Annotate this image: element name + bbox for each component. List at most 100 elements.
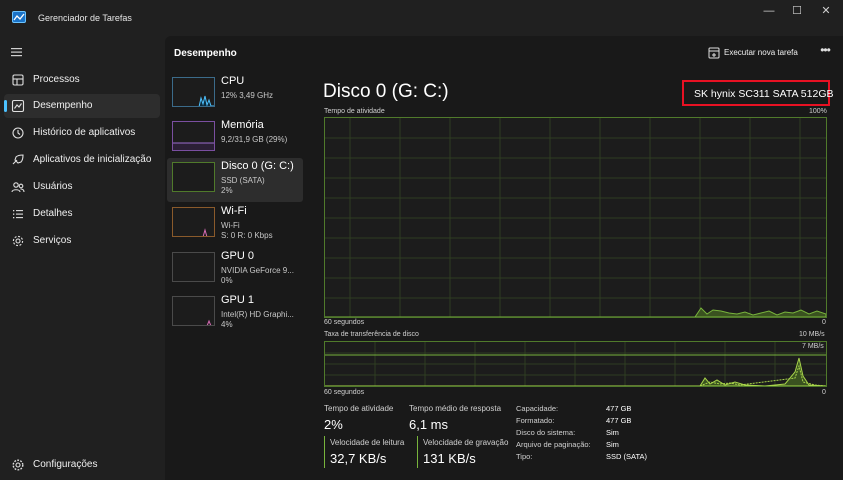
resource-detail: Wi-Fi (221, 221, 240, 230)
gpu1-thumbnail-graph (172, 296, 215, 326)
avg-response-value: 6,1 ms (409, 417, 449, 432)
resource-item-wifi[interactable]: Wi-Fi Wi-Fi S: 0 R: 0 Kbps (167, 203, 303, 247)
sidebar-item-label: Usuários (33, 181, 73, 192)
title-bar: Gerenciador de Tarefas — ☐ ✕ (0, 0, 843, 36)
hamburger-menu-icon[interactable] (10, 46, 24, 58)
resource-item-gpu-1[interactable]: GPU 1 Intel(R) HD Graphi... 4% (167, 292, 303, 336)
disk-title: Disco 0 (G: C:) (323, 81, 449, 102)
active-time-value: 2% (324, 417, 343, 432)
sidebar-item-settings[interactable]: Configurações (4, 453, 160, 477)
property-value: 477 GB (606, 416, 632, 425)
resource-detail: NVIDIA GeForce 9... (221, 266, 294, 275)
sidebar-item-performance[interactable]: Desempenho (4, 94, 160, 118)
graph1-min: 0 (822, 319, 826, 326)
resource-detail: Intel(R) HD Graphi... (221, 310, 294, 319)
resource-name: CPU (221, 75, 245, 87)
resource-detail: 9,2/31,9 GB (29%) (221, 135, 288, 144)
sidebar-item-label: Desempenho (33, 100, 93, 111)
sidebar: Processos Desempenho Histórico de aplica… (0, 36, 165, 480)
graph2-max: 10 MB/s (799, 331, 825, 338)
disk-model-highlight: SK hynix SC311 SATA 512GB (682, 80, 834, 106)
write-speed-bar (417, 436, 418, 468)
wifi-thumbnail-graph (172, 207, 215, 237)
read-speed-label: Velocidade de leitura (330, 438, 405, 447)
property-label: Disco do sistema: (516, 428, 576, 437)
active-time-graph (324, 117, 827, 318)
resource-detail: 12% 3,49 GHz (221, 91, 274, 100)
minimize-button[interactable]: — (755, 0, 783, 24)
performance-icon (11, 99, 25, 113)
write-speed-value: 131 KB/s (423, 451, 476, 466)
window-title: Gerenciador de Tarefas (38, 13, 132, 23)
sidebar-item-label: Aplicativos de inicialização (33, 154, 152, 165)
resource-detail: SSD (SATA) (221, 176, 265, 185)
property-value: SSD (SATA) (606, 452, 647, 461)
resource-name: Disco 0 (G: C:) (221, 160, 294, 172)
write-speed-label: Velocidade de gravação (423, 438, 509, 447)
resource-name: Wi-Fi (221, 205, 247, 217)
resource-detail: 0% (221, 276, 233, 285)
close-button[interactable]: ✕ (812, 0, 840, 24)
property-label: Capacidade: (516, 404, 559, 413)
task-manager-app-icon (12, 11, 26, 23)
sidebar-item-label: Histórico de aplicativos (33, 127, 136, 138)
active-time-label: Tempo de atividade (324, 404, 394, 413)
read-speed-value: 32,7 KB/s (330, 451, 387, 466)
sidebar-item-label: Configurações (33, 459, 98, 470)
sidebar-item-app-history[interactable]: Histórico de aplicativos (4, 121, 160, 145)
resource-name: GPU 0 (221, 250, 255, 262)
avg-response-label: Tempo médio de resposta (409, 404, 502, 413)
main-panel: Desempenho Executar nova tarefa ••• CPU … (165, 36, 843, 480)
sidebar-item-users[interactable]: Usuários (4, 175, 160, 199)
sidebar-item-processes[interactable]: Processos (4, 68, 160, 92)
app-history-icon (11, 126, 25, 140)
property-value: Sim (606, 428, 619, 437)
resource-item-cpu[interactable]: CPU 12% 3,49 GHz (167, 73, 303, 117)
active-indicator (4, 100, 7, 112)
cpu-thumbnail-graph (172, 77, 215, 107)
resource-name: Memória (221, 119, 264, 131)
property-value: Sim (606, 440, 619, 449)
property-label: Arquivo de paginação: (516, 440, 591, 449)
run-task-icon (708, 47, 720, 59)
more-options-button[interactable]: ••• (817, 44, 833, 60)
graph2-time-label: 60 segundos (324, 389, 365, 396)
disk-model: SK hynix SC311 SATA 512GB (694, 88, 834, 100)
maximize-button[interactable]: ☐ (783, 0, 811, 24)
services-icon (11, 234, 25, 248)
processes-icon (11, 73, 25, 87)
resource-detail: 2% (221, 186, 233, 195)
graph2-marker: 7 MB/s (802, 343, 824, 350)
resource-item-memory[interactable]: Memória 9,2/31,9 GB (29%) (167, 117, 303, 161)
property-label: Formatado: (516, 416, 555, 425)
run-new-task-label: Executar nova tarefa (724, 48, 798, 57)
graph1-time-label: 60 segundos (324, 319, 365, 326)
memory-thumbnail-graph (172, 121, 215, 151)
sidebar-item-startup-apps[interactable]: Aplicativos de inicialização (4, 148, 160, 172)
sidebar-item-label: Processos (33, 74, 80, 85)
disk-thumbnail-graph (172, 162, 215, 192)
details-icon (11, 207, 25, 221)
graph1-label: Tempo de atividade (324, 108, 385, 115)
sidebar-item-label: Serviços (33, 235, 72, 246)
property-label: Tipo: (516, 452, 533, 461)
property-value: 477 GB (606, 404, 632, 413)
graph2-min: 0 (822, 389, 826, 396)
sidebar-item-details[interactable]: Detalhes (4, 202, 160, 226)
transfer-rate-graph (324, 341, 827, 387)
resource-item-disk-0[interactable]: Disco 0 (G: C:) SSD (SATA) 2% (167, 158, 303, 202)
graph1-max: 100% (809, 108, 827, 115)
page-title: Desempenho (174, 48, 237, 59)
read-speed-bar (324, 436, 325, 468)
users-icon (11, 180, 25, 194)
settings-icon (11, 458, 25, 472)
resource-name: GPU 1 (221, 294, 255, 306)
resource-detail: 4% (221, 320, 233, 329)
gpu0-thumbnail-graph (172, 252, 215, 282)
startup-apps-icon (11, 153, 25, 167)
resource-item-gpu-0[interactable]: GPU 0 NVIDIA GeForce 9... 0% (167, 248, 303, 292)
sidebar-item-label: Detalhes (33, 208, 73, 219)
graph2-label: Taxa de transferência de disco (324, 331, 419, 338)
resource-detail: S: 0 R: 0 Kbps (221, 231, 273, 240)
sidebar-item-services[interactable]: Serviços (4, 229, 160, 253)
